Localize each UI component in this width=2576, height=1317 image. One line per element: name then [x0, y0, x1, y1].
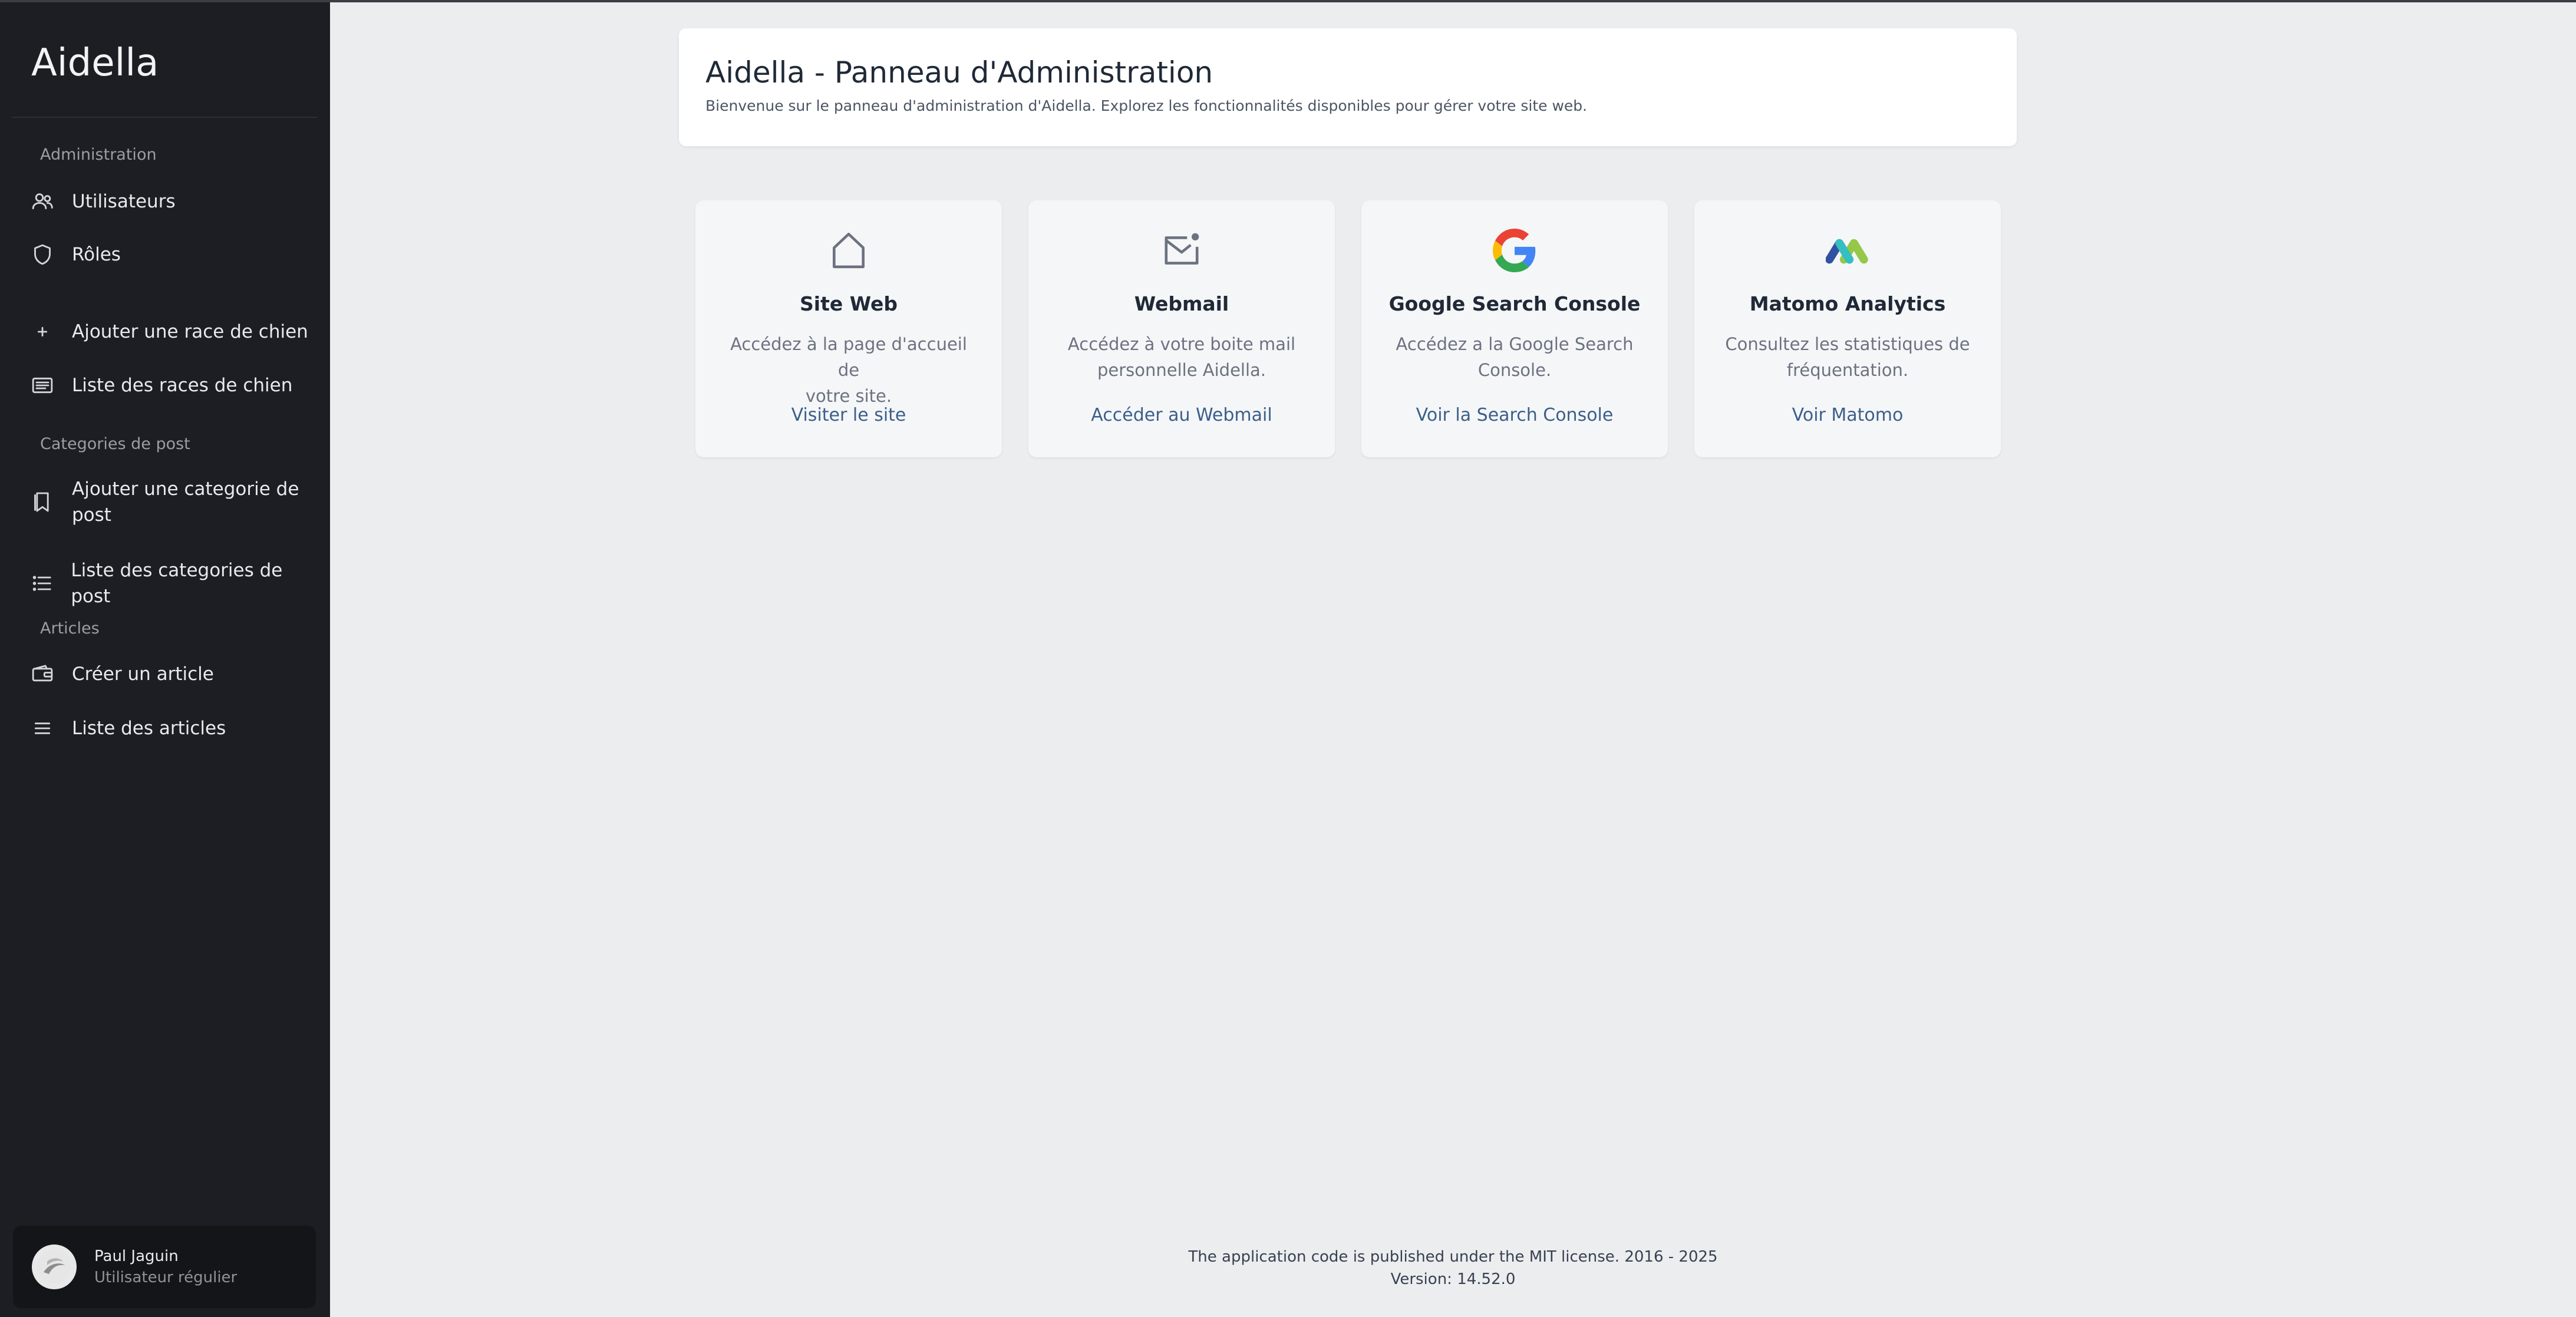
sidebar-item-users[interactable]: Utilisateurs: [29, 189, 318, 214]
user-profile-card[interactable]: Paul Jaguin Utilisateur régulier: [13, 1226, 316, 1308]
sidebar-item-add-dog-breed[interactable]: Ajouter une race de chien: [29, 319, 318, 345]
divider: [12, 117, 317, 118]
top-border: [0, 0, 2576, 2]
footer-version: Version: 14.52.0: [1390, 1270, 1516, 1288]
shield-icon: [29, 242, 55, 268]
footer-license: The application code is published under …: [1188, 1248, 1718, 1266]
section-label-articles: Articles: [40, 619, 100, 638]
list-card-icon: [29, 372, 55, 398]
menu-icon: [29, 715, 55, 741]
mail-icon: [1028, 229, 1335, 272]
brand-logo[interactable]: Aidella: [31, 41, 159, 85]
sidebar: Aidella Administration Utilisateurs Rôle…: [0, 0, 330, 1317]
matomo-icon: [1694, 229, 2001, 272]
bullet-list-icon: [29, 570, 54, 596]
sidebar-item-label: Ajouter une categorie de post: [72, 478, 299, 526]
card-title: Matomo Analytics: [1749, 292, 1946, 315]
home-icon: [695, 229, 1002, 272]
sidebar-item-dog-breed-list[interactable]: Liste des races de chien: [29, 372, 318, 398]
sidebar-item-label: Créer un article: [72, 664, 214, 685]
webmail-link[interactable]: Accéder au Webmail: [1028, 405, 1335, 425]
search-console-link[interactable]: Voir la Search Console: [1361, 405, 1668, 425]
header-card: Aidella - Panneau d'Administration Bienv…: [679, 28, 2017, 146]
sidebar-item-label: Utilisateurs: [72, 191, 176, 212]
users-icon: [29, 189, 55, 214]
google-icon: [1361, 229, 1668, 272]
sidebar-item-roles[interactable]: Rôles: [29, 242, 318, 268]
section-label-administration: Administration: [40, 146, 157, 164]
user-name: Paul Jaguin: [94, 1247, 179, 1265]
card-title: Webmail: [1134, 292, 1229, 315]
sidebar-item-add-post-category[interactable]: Ajouter une categorie de post: [29, 476, 318, 528]
section-label-post-categories: Categories de post: [40, 435, 190, 453]
sidebar-item-label: Rôles: [72, 244, 121, 265]
sidebar-item-label: Liste des articles: [72, 718, 226, 739]
card-title: Google Search Console: [1388, 292, 1641, 315]
sidebar-item-post-category-list[interactable]: Liste des categories de post: [29, 557, 318, 609]
card-description: Accédez à votre boite mail personnelle Ai…: [1067, 334, 1296, 380]
bookmark-icon: [29, 489, 55, 515]
page-title: Aidella - Panneau d'Administration: [705, 55, 1213, 90]
avatar-logo-icon: [37, 1250, 71, 1284]
avatar: [32, 1245, 77, 1289]
matomo-link[interactable]: Voir Matomo: [1694, 405, 2001, 425]
plus-icon: [29, 319, 55, 345]
sidebar-item-label: Ajouter une race de chien: [72, 321, 308, 342]
visit-site-link[interactable]: Visiter le site: [695, 405, 1002, 425]
card-matomo-analytics: Matomo Analytics Consultez les statistiq…: [1694, 200, 2001, 457]
sidebar-item-create-article[interactable]: Créer un article: [29, 661, 318, 687]
page-subtitle: Bienvenue sur le panneau d'administratio…: [705, 97, 1588, 114]
wallet-icon: [29, 661, 55, 687]
sidebar-item-label: Liste des races de chien: [72, 375, 293, 396]
card-title: Site Web: [800, 292, 898, 315]
card-google-search-console: Google Search Console Accédez a la Googl…: [1361, 200, 1668, 457]
card-description: Accédez a la Google Search Console.: [1396, 334, 1634, 380]
card-website: Site Web Accédez à la page d'accueil de v…: [695, 200, 1002, 457]
card-description: Consultez les statistiques de fréquentati…: [1725, 334, 1970, 380]
card-webmail: Webmail Accédez à votre boite mail person…: [1028, 200, 1335, 457]
sidebar-item-label: Liste des categories de post: [71, 560, 283, 607]
user-role: Utilisateur régulier: [94, 1269, 238, 1286]
card-description: Accédez à la page d'accueil de votre site…: [730, 334, 967, 406]
sidebar-item-article-list[interactable]: Liste des articles: [29, 715, 318, 741]
